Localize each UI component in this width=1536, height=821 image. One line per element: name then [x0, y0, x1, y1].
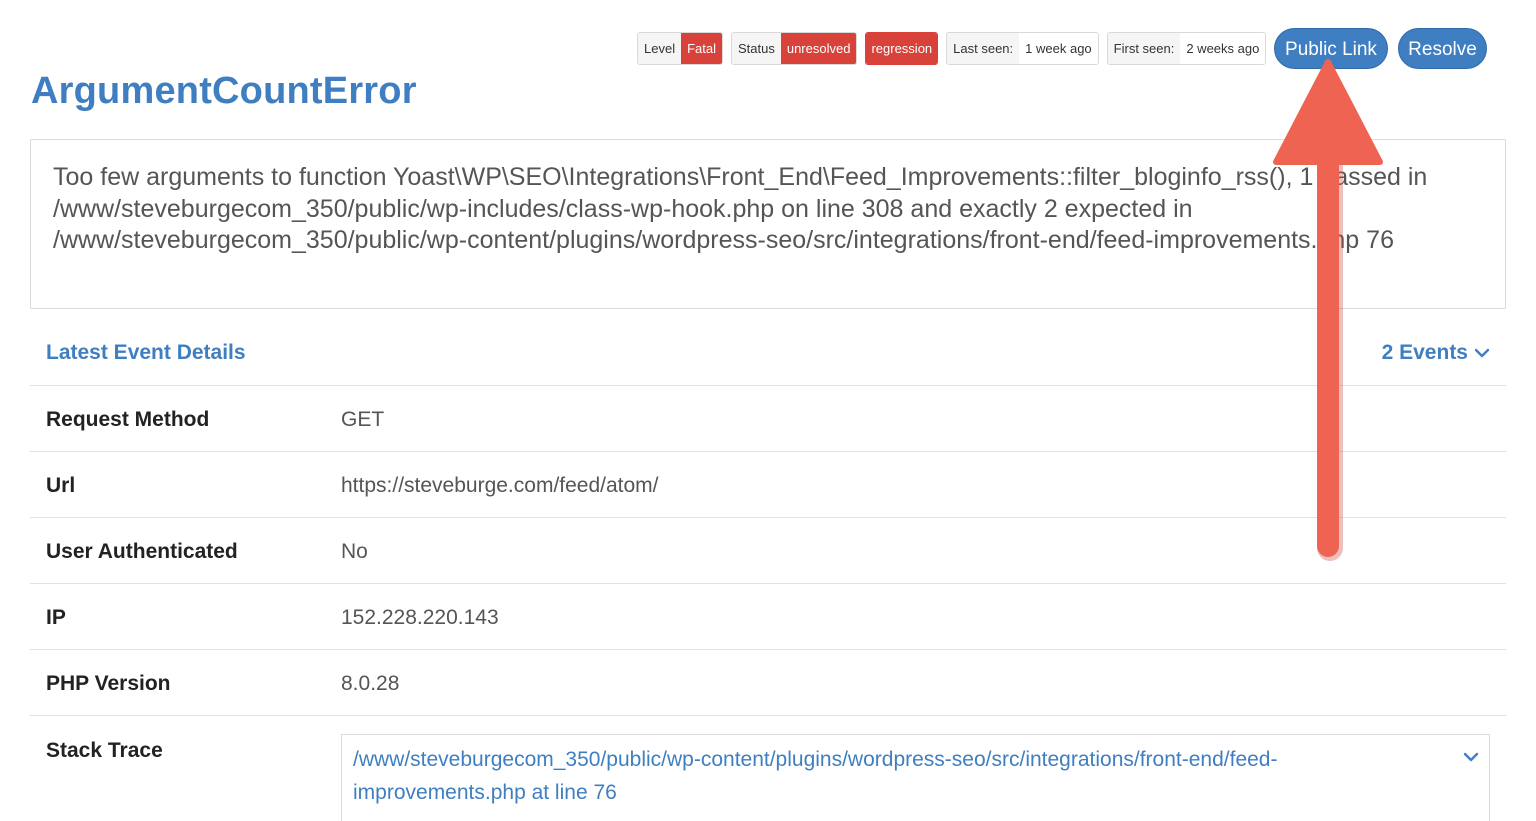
level-badge-key: Level [638, 33, 682, 64]
regression-badge-label: regression [866, 33, 938, 64]
detail-key: User Authenticated [46, 540, 238, 563]
detail-row-user-authenticated: User Authenticated No [30, 518, 1506, 584]
resolve-button[interactable]: Resolve [1398, 28, 1487, 69]
regression-badge: regression [865, 32, 939, 65]
events-count-label: 2 Events [1381, 341, 1468, 364]
latest-event-header: Latest Event Details 2 Events [30, 320, 1506, 386]
detail-value: https://steveburge.com/feed/atom/ [341, 474, 659, 497]
issue-badges: Level Fatal Status unresolved regression… [637, 32, 1274, 65]
detail-row-stack-trace: Stack Trace /www/steveburgecom_350/publi… [30, 717, 1506, 821]
last-seen-key: Last seen: [947, 33, 1020, 64]
detail-row-url: Url https://steveburge.com/feed/atom/ [30, 452, 1506, 518]
status-badge-value: unresolved [780, 33, 857, 64]
detail-row-ip: IP 152.228.220.143 [30, 584, 1506, 650]
stack-frame[interactable]: /www/steveburgecom_350/public/wp-content… [341, 734, 1490, 821]
latest-event-details-link[interactable]: Latest Event Details [46, 341, 246, 365]
chevron-down-icon [1474, 348, 1490, 358]
stack-frame-path: /www/steveburgecom_350/public/wp-content… [353, 748, 1278, 804]
first-seen-badge: First seen: 2 weeks ago [1106, 32, 1267, 65]
public-link-button[interactable]: Public Link [1274, 28, 1388, 69]
error-message: Too few arguments to function Yoast\WP\S… [30, 139, 1506, 309]
detail-value: 152.228.220.143 [341, 606, 499, 629]
detail-row-request-method: Request Method GET [30, 386, 1506, 452]
first-seen-key: First seen: [1107, 33, 1181, 64]
level-badge-value: Fatal [681, 33, 722, 64]
detail-value: 8.0.28 [341, 672, 400, 695]
level-badge: Level Fatal [637, 32, 723, 65]
last-seen-value: 1 week ago [1019, 33, 1098, 64]
status-badge-key: Status [731, 33, 781, 64]
detail-value: No [341, 540, 368, 563]
detail-key: IP [46, 606, 66, 629]
status-badge: Status unresolved [730, 32, 858, 65]
chevron-down-icon [1463, 752, 1479, 762]
detail-row-php-version: PHP Version 8.0.28 [30, 650, 1506, 716]
detail-key: Stack Trace [46, 739, 163, 762]
first-seen-value: 2 weeks ago [1180, 33, 1266, 64]
error-title: ArgumentCountError [31, 70, 417, 112]
detail-value: GET [341, 408, 385, 431]
last-seen-badge: Last seen: 1 week ago [946, 32, 1099, 65]
events-dropdown[interactable]: 2 Events [1382, 341, 1490, 365]
detail-key: Url [46, 474, 76, 497]
detail-key: PHP Version [46, 672, 171, 695]
detail-key: Request Method [46, 408, 210, 431]
